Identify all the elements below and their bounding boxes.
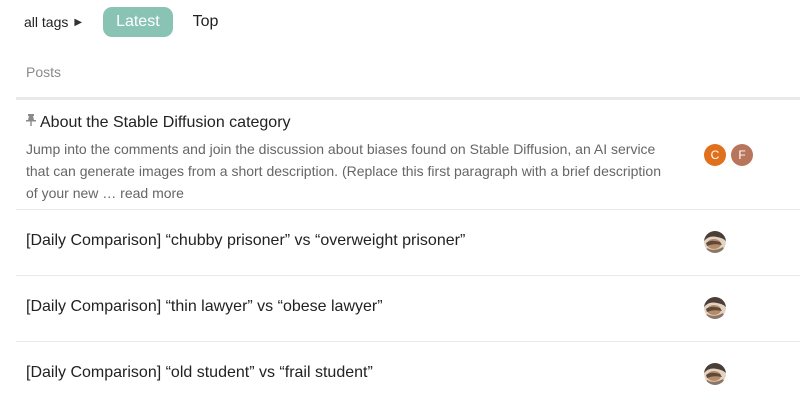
tab-top[interactable]: Top	[193, 13, 219, 31]
read-more-link[interactable]: read more	[120, 185, 184, 201]
topic-title-link[interactable]: About the Stable Diffusion category	[26, 114, 291, 132]
caret-right-icon: ▶	[74, 16, 83, 28]
posts-column-header: Posts	[26, 64, 62, 80]
topic-row: [Daily Comparison] “thin lawyer” vs “obe…	[16, 276, 800, 342]
poster-avatar-c[interactable]: C	[704, 144, 726, 166]
navigation-bar: all tags ▶ Latest Top	[24, 7, 218, 37]
topic-row: About the Stable Diffusion category Jump…	[16, 100, 800, 210]
topic-excerpt: Jump into the comments and join the disc…	[26, 138, 676, 204]
topic-title-link[interactable]: [Daily Comparison] “thin lawyer” vs “obe…	[26, 298, 383, 316]
user-photo-avatar-icon[interactable]	[704, 297, 726, 319]
topic-row: [Daily Comparison] “old student” vs “fra…	[16, 342, 800, 407]
poster-avatar-f[interactable]: F	[731, 144, 753, 166]
topic-row: [Daily Comparison] “chubby prisoner” vs …	[16, 210, 800, 276]
tab-latest[interactable]: Latest	[103, 7, 173, 37]
user-photo-avatar-icon[interactable]	[704, 363, 726, 385]
topic-title-text: About the Stable Diffusion category	[40, 114, 291, 131]
tags-dropdown[interactable]: all tags ▶	[24, 14, 82, 30]
topic-title-link[interactable]: [Daily Comparison] “chubby prisoner” vs …	[26, 232, 465, 250]
tags-dropdown-label: all tags	[24, 14, 69, 30]
topic-title-link[interactable]: [Daily Comparison] “old student” vs “fra…	[26, 364, 373, 382]
user-photo-avatar-icon[interactable]	[704, 231, 726, 253]
pin-icon	[26, 114, 36, 126]
